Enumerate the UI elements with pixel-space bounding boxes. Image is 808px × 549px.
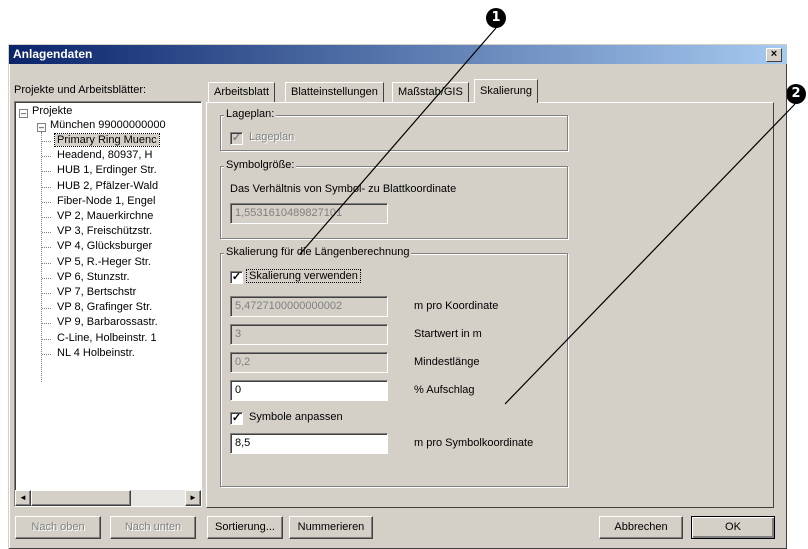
dialog-window: Anlagendaten × Projekte und Arbeitsblätt… bbox=[8, 44, 787, 549]
expander-icon[interactable]: – bbox=[37, 123, 46, 132]
tree-project[interactable]: München 99000000000 bbox=[50, 119, 166, 131]
tree-item[interactable]: Headend, 80937, H bbox=[55, 149, 154, 161]
lageplan-check-label[interactable]: Lageplan bbox=[249, 131, 294, 143]
mindestlaenge-field: 0,2 bbox=[230, 352, 388, 373]
m-pro-symbol-input[interactable]: 8,5 bbox=[230, 433, 388, 454]
tree-item[interactable]: HUB 2, Pfälzer-Wald bbox=[55, 180, 160, 192]
symbolgroesse-description: Das Verhältnis von Symbol- zu Blattkoord… bbox=[230, 183, 457, 195]
skalierung-group-label: Skalierung für die Längenberechnung bbox=[224, 246, 412, 258]
tree-hscrollbar[interactable]: ◄ ► bbox=[15, 490, 201, 506]
tree-item[interactable]: VP 5, R.-Heger Str. bbox=[55, 256, 153, 268]
tab-panel: Lageplan: ✓ Lageplan Symbolgröße: Das Ve… bbox=[206, 102, 774, 508]
tree-item[interactable]: VP 4, Glücksburger bbox=[55, 240, 154, 252]
lageplan-checkbox[interactable]: ✓ bbox=[230, 132, 243, 145]
m-pro-koordinate-field: 5,4727100000000002 bbox=[230, 296, 388, 317]
nummerieren-button[interactable]: Nummerieren bbox=[289, 516, 373, 539]
expander-icon[interactable]: – bbox=[19, 109, 28, 118]
tree-item[interactable]: VP 9, Barbarossastr. bbox=[55, 316, 160, 328]
scroll-thumb[interactable] bbox=[31, 490, 131, 506]
tab-blatteinstellungen[interactable]: Blatteinstellungen bbox=[285, 82, 384, 102]
symbole-checkbox[interactable]: ✓ bbox=[230, 412, 243, 425]
close-icon[interactable]: × bbox=[766, 48, 782, 62]
symbole-label[interactable]: Symbole anpassen bbox=[249, 411, 343, 423]
title-bar: Anlagendaten × bbox=[9, 45, 787, 64]
ok-button[interactable]: OK bbox=[691, 516, 775, 539]
tree-item[interactable]: VP 7, Bertschstr bbox=[55, 286, 138, 298]
annotation-badge-1: 1 bbox=[486, 8, 506, 28]
tab-skalierung[interactable]: Skalierung bbox=[474, 79, 538, 103]
tree-item[interactable]: VP 2, Mauerkirchne bbox=[55, 210, 155, 222]
symbolgroesse-field: 1,5531610489827101 bbox=[230, 203, 388, 224]
aufschlag-input[interactable]: 0 bbox=[230, 380, 388, 401]
scroll-right-button[interactable]: ► bbox=[185, 490, 201, 506]
skalierung-use-label[interactable]: Skalierung verwenden bbox=[246, 269, 361, 283]
tab-massstab-gis[interactable]: Maßstab/GIS bbox=[392, 82, 469, 102]
tree-item[interactable]: VP 8, Grafinger Str. bbox=[55, 301, 154, 313]
skalierung-checkbox[interactable]: ✓ bbox=[230, 271, 243, 284]
abbrechen-button[interactable]: Abbrechen bbox=[599, 516, 683, 539]
aufschlag-label: % Aufschlag bbox=[414, 384, 475, 396]
tree-item[interactable]: HUB 1, Erdinger Str. bbox=[55, 164, 159, 176]
symbolgroesse-group-label: Symbolgröße: bbox=[224, 159, 297, 171]
nach-oben-button[interactable]: Nach oben bbox=[15, 516, 101, 539]
sortierung-button[interactable]: Sortierung... bbox=[207, 516, 283, 539]
m-pro-koordinate-label: m pro Koordinate bbox=[414, 300, 499, 312]
startwert-label: Startwert in m bbox=[414, 328, 482, 340]
tree-root[interactable]: Projekte bbox=[32, 105, 72, 117]
window-title: Anlagendaten bbox=[13, 47, 93, 61]
project-tree[interactable]: – Projekte – München 99000000000 Primary… bbox=[14, 101, 202, 507]
annotation-badge-2: 2 bbox=[786, 84, 806, 104]
tree-item[interactable]: VP 3, Freischützstr. bbox=[55, 225, 154, 237]
scroll-left-button[interactable]: ◄ bbox=[15, 490, 31, 506]
tree-item[interactable]: Fiber-Node 1, Engel bbox=[55, 195, 157, 207]
tree-item[interactable]: VP 6, Stunzstr. bbox=[55, 271, 132, 283]
tab-arbeitsblatt[interactable]: Arbeitsblatt bbox=[208, 82, 276, 102]
m-pro-symbol-label: m pro Symbolkoordinate bbox=[414, 437, 534, 449]
projects-label: Projekte und Arbeitsblätter: bbox=[14, 84, 147, 96]
tree-item[interactable]: C-Line, Holbeinstr. 1 bbox=[55, 332, 159, 344]
nach-unten-button[interactable]: Nach unten bbox=[110, 516, 196, 539]
startwert-field: 3 bbox=[230, 324, 388, 345]
lageplan-group-label: Lageplan: bbox=[224, 108, 277, 120]
tree-item[interactable]: Primary Ring Muenc bbox=[54, 133, 160, 147]
tree-item[interactable]: NL 4 Holbeinstr. bbox=[55, 347, 137, 359]
mindestlaenge-label: Mindestlänge bbox=[414, 356, 480, 368]
